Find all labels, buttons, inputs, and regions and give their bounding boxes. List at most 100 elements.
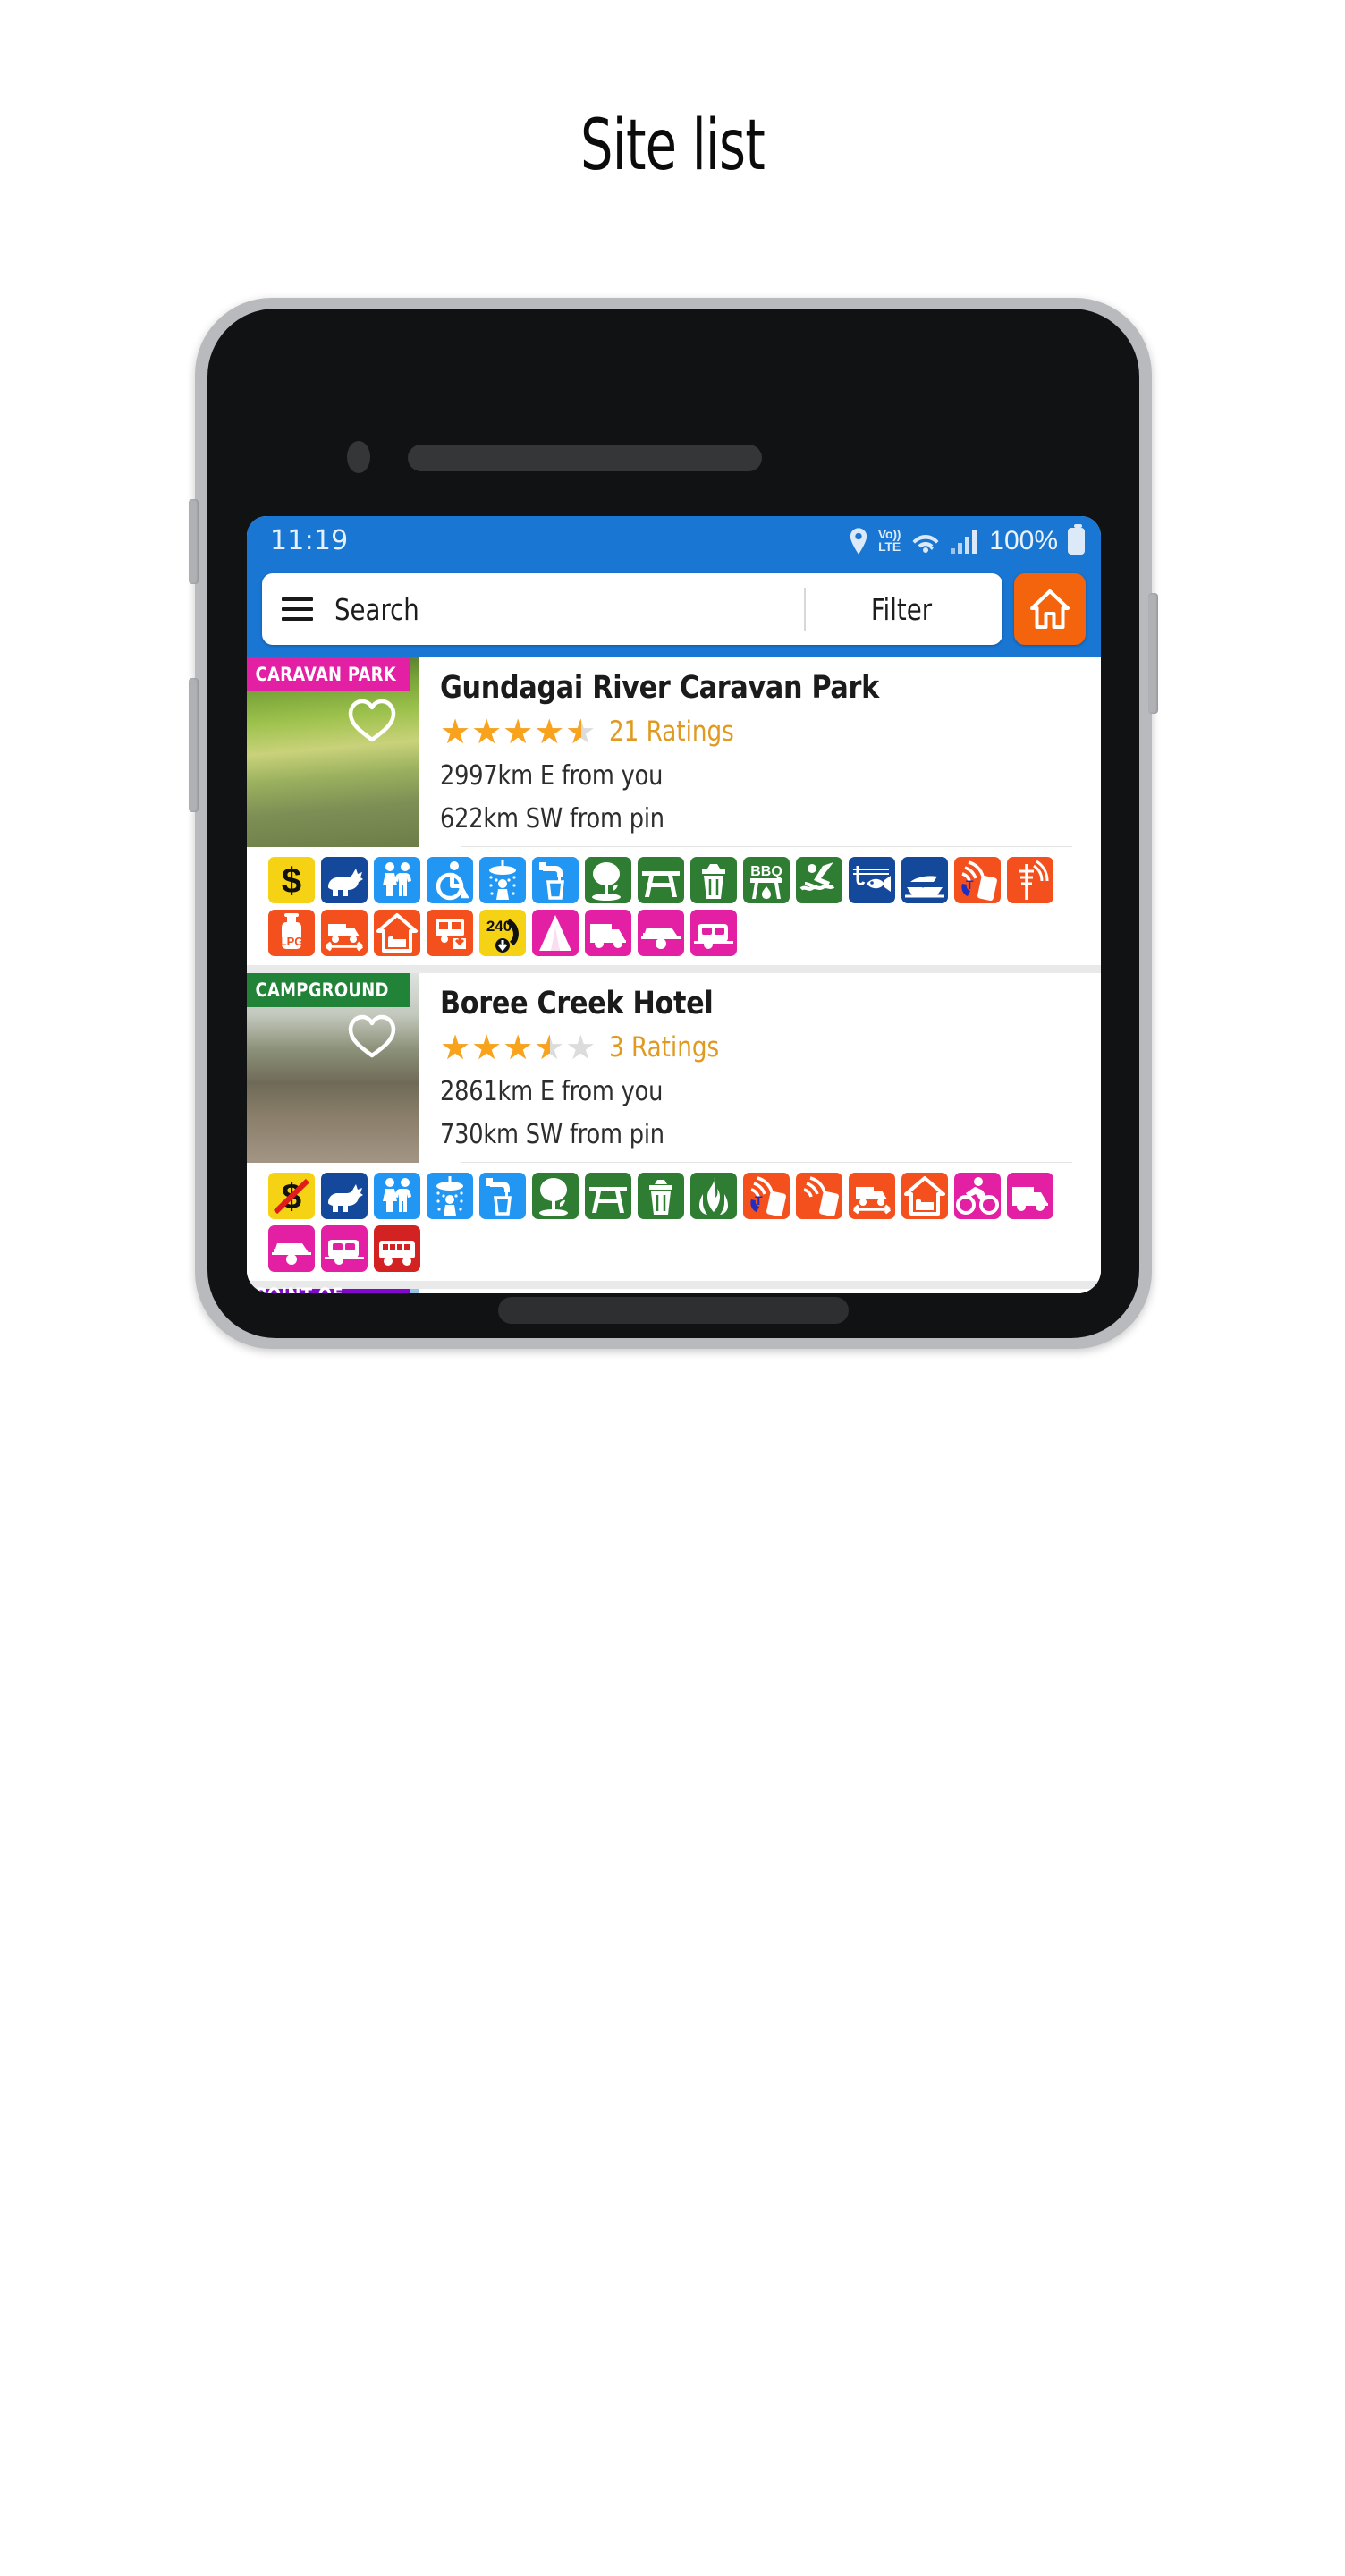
rubbish-bin-icon[interactable]	[690, 857, 737, 903]
location-pin-icon	[849, 527, 868, 555]
trailer-site-icon[interactable]	[638, 910, 684, 956]
home-icon	[1030, 589, 1070, 629]
svg-text:BBQ: BBQ	[750, 864, 782, 879]
dog-friendly-icon[interactable]	[321, 1173, 368, 1219]
site-name: Gundagai River Caravan Park	[440, 670, 879, 706]
rubbish-bin-icon[interactable]	[638, 1173, 684, 1219]
240v-power-icon[interactable]: 240	[479, 910, 526, 956]
page-title: Site list	[580, 106, 766, 186]
battery-percent-label: 100%	[989, 525, 1058, 555]
dump-point-icon[interactable]	[427, 910, 473, 956]
status-bar-clock: 11:19	[270, 525, 349, 556]
amenity-icons: $ T	[247, 1163, 1101, 1281]
search-filter-divider	[804, 588, 806, 631]
site-details: Boree Creek Hotel ★★★★★ ★★★★★ 3 Ratings …	[419, 973, 1101, 1163]
status-bar: 11:19 Vo)) LTE 100%	[247, 516, 1101, 565]
site-details: Fossil Bluff + Lookout ★★★★★ ★★★★★ 2 Rat…	[419, 1289, 1101, 1293]
search-bar[interactable]: Search Filter	[262, 573, 1002, 645]
svg-text:240: 240	[486, 918, 512, 935]
site-list[interactable]: CARAVAN PARK Gundagai River Caravan Park…	[247, 657, 1101, 1293]
card-divider	[461, 846, 1072, 847]
showers-icon[interactable]	[479, 857, 526, 903]
site-card[interactable]: CARAVAN PARK Gundagai River Caravan Park…	[247, 657, 1101, 965]
filter-button[interactable]: Filter	[812, 592, 990, 627]
caravan-site-icon[interactable]	[690, 910, 737, 956]
telstra-signal-icon[interactable]: T	[954, 857, 1001, 903]
star-rating: ★★★★★ ★★★★★	[440, 1028, 597, 1067]
distance-from-pin: 622km SW from pin	[440, 803, 664, 835]
favourite-heart-icon	[348, 699, 396, 742]
drinking-water-icon[interactable]	[532, 857, 579, 903]
showers-icon[interactable]	[427, 1173, 473, 1219]
page-root: Site list 11:19 Vo)) LTE 100% Search Fil…	[0, 0, 1345, 2576]
site-type-badge: CARAVAN PARK	[247, 657, 410, 691]
tent-site-icon[interactable]	[532, 910, 579, 956]
big-rig-icon[interactable]	[849, 1173, 895, 1219]
app-bar: Search Filter	[247, 565, 1101, 657]
svg-text:LPG: LPG	[280, 935, 304, 948]
campfire-icon[interactable]	[690, 1173, 737, 1219]
site-thumbnail[interactable]: CARAVAN PARK	[247, 657, 419, 847]
rating-row: ★★★★★ ★★★★★ 21 Ratings	[440, 715, 1087, 749]
nav-gesture-bar[interactable]	[498, 1297, 849, 1324]
telstra-signal-icon[interactable]: T	[743, 1173, 790, 1219]
motorcycle-site-icon[interactable]	[954, 1173, 1001, 1219]
volume-down-button[interactable]	[189, 678, 199, 812]
lpg-icon[interactable]: LPG	[268, 910, 315, 956]
cabin-icon[interactable]	[901, 1173, 948, 1219]
site-name: Boree Creek Hotel	[440, 986, 714, 1021]
card-divider	[461, 1162, 1072, 1163]
drinking-water-icon[interactable]	[479, 1173, 526, 1219]
tv-antenna-icon[interactable]	[1007, 857, 1053, 903]
volte-icon: Vo)) LTE	[877, 527, 901, 554]
site-card-main[interactable]: CARAVAN PARK Gundagai River Caravan Park…	[247, 657, 1101, 847]
toilets-icon[interactable]	[374, 857, 420, 903]
wheelchair-access-icon[interactable]	[427, 857, 473, 903]
earpiece-speaker	[408, 445, 762, 471]
boat-ramp-icon[interactable]	[901, 857, 948, 903]
home-button[interactable]	[1014, 573, 1086, 645]
favourite-button[interactable]	[347, 697, 397, 748]
toilets-icon[interactable]	[374, 1173, 420, 1219]
cabin-icon[interactable]	[374, 910, 420, 956]
shade-trees-icon[interactable]	[532, 1173, 579, 1219]
hamburger-menu-icon[interactable]	[282, 597, 313, 621]
dog-friendly-icon[interactable]	[321, 857, 368, 903]
bus-site-icon[interactable]	[374, 1225, 420, 1272]
bbq-icon[interactable]: BBQ	[743, 857, 790, 903]
volume-up-button[interactable]	[189, 499, 199, 584]
ratings-count: 3 Ratings	[609, 1031, 720, 1063]
site-details: Gundagai River Caravan Park ★★★★★ ★★★★★ …	[419, 657, 1101, 847]
site-thumbnail[interactable]: CAMPGROUND	[247, 973, 419, 1163]
site-type-badge: CAMPGROUND	[247, 973, 410, 1007]
trailer-site-icon[interactable]	[268, 1225, 315, 1272]
battery-icon	[1068, 523, 1085, 555]
free-camp-icon[interactable]: $	[268, 1173, 315, 1219]
favourite-button[interactable]	[347, 1013, 397, 1063]
fishing-icon[interactable]	[849, 857, 895, 903]
rating-row: ★★★★★ ★★★★★ 3 Ratings	[440, 1030, 1087, 1064]
distance-from-pin: 730km SW from pin	[440, 1119, 664, 1150]
site-card-main[interactable]: POINT OF INTEREST Fossil Bluff + Lookout…	[247, 1284, 1101, 1293]
mobile-signal-icon[interactable]	[796, 1173, 842, 1219]
site-card[interactable]: CAMPGROUND Boree Creek Hotel ★★★★★ ★★★★★…	[247, 973, 1101, 1281]
svg-text:T: T	[966, 877, 974, 892]
campervan-site-icon[interactable]	[585, 910, 631, 956]
site-thumbnail[interactable]: POINT OF INTEREST	[247, 1284, 419, 1293]
svg-text:T: T	[755, 1193, 763, 1208]
fees-apply-icon[interactable]: $	[268, 857, 315, 903]
campervan-site-icon[interactable]	[1007, 1173, 1053, 1219]
caravan-site-icon[interactable]	[321, 1225, 368, 1272]
signal-bars-icon	[951, 529, 979, 554]
site-card[interactable]: POINT OF INTEREST Fossil Bluff + Lookout…	[247, 1284, 1101, 1293]
star-rating: ★★★★★ ★★★★★	[440, 712, 597, 751]
power-button[interactable]	[1148, 593, 1158, 714]
search-input[interactable]: Search	[334, 592, 419, 627]
site-card-main[interactable]: CAMPGROUND Boree Creek Hotel ★★★★★ ★★★★★…	[247, 973, 1101, 1163]
picnic-table-icon[interactable]	[585, 1173, 631, 1219]
rv-dump-point-icon[interactable]	[321, 910, 368, 956]
front-camera-icon	[347, 441, 370, 473]
swimming-icon[interactable]	[796, 857, 842, 903]
shade-trees-icon[interactable]	[585, 857, 631, 903]
picnic-table-icon[interactable]	[638, 857, 684, 903]
